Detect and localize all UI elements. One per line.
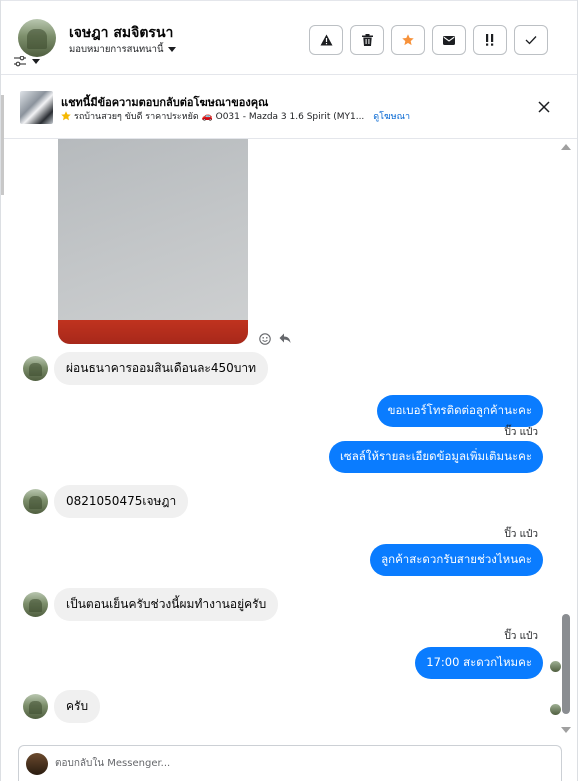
assign-conversation-dropdown[interactable]: มอบหมายการสนทนานี้ (69, 42, 176, 57)
message-thread[interactable]: ผ่อนธนาคารออมสินเดือนละ450บาท ขอเบอร์โทร… (1, 139, 563, 739)
message-bubble-outgoing[interactable]: 17:00 สะดวกไหมคะ (415, 647, 543, 679)
star-icon (61, 111, 71, 121)
mark-done-button[interactable] (514, 25, 548, 55)
message-bubble[interactable]: เป็นตอนเย็นครับช่วงนี้ผมทำงานอยู่ครับ (54, 588, 279, 621)
page-avatar (26, 753, 48, 775)
emoji-reaction-icon[interactable] (259, 333, 271, 345)
message-bubble-outgoing[interactable]: ลูกค้าสะดวกรับสายช่วงไหนคะ (370, 544, 543, 576)
follow-up-button[interactable] (473, 25, 507, 55)
ad-banner-subtitle: รถบ้านสวยๆ ขับดี ราคาประหยัด 🚗 O031 - Ma… (61, 109, 410, 123)
mark-unread-button[interactable] (432, 25, 466, 55)
contact-avatar (23, 489, 48, 514)
message-composer (18, 745, 562, 781)
conversation-panel: เจษฎา สมจิตรนา มอบหมายการสนทนานี้ แชทนี้… (0, 0, 578, 781)
message-bubble-outgoing[interactable]: ขอเบอร์โทรติดต่อลูกค้านะคะ (376, 395, 543, 427)
report-spam-button[interactable] (309, 25, 343, 55)
chevron-down-icon (32, 59, 40, 64)
view-ad-link[interactable]: ดูโฆษณา (373, 109, 410, 123)
image-attachment[interactable] (58, 139, 248, 344)
star-button[interactable] (391, 25, 425, 55)
contact-avatar (23, 356, 48, 381)
message-bubble-outgoing[interactable]: เซลล์ให้รายละเอียดข้อมูลเพิ่มเติมนะคะ (328, 441, 543, 473)
envelope-icon (443, 35, 455, 45)
warning-icon (320, 34, 332, 46)
scrollbar-thumb[interactable] (562, 614, 570, 714)
incoming-message: เป็นตอนเย็นครับช่วงนี้ผมทำงานอยู่ครับ (23, 588, 279, 621)
check-icon (525, 36, 537, 45)
ad-description: รถบ้านสวยๆ ขับดี ราคาประหยัด 🚗 O031 - Ma… (74, 112, 365, 122)
sender-label: ปิ๊ว แป๋ว (504, 529, 538, 540)
star-icon (402, 34, 414, 46)
left-scrollbar-thumb[interactable] (1, 95, 4, 195)
thread-scrollbar[interactable] (561, 140, 571, 735)
message-bubble[interactable]: 0821050475เจษฎา (54, 485, 189, 518)
conversation-actions (309, 25, 548, 55)
conversation-header: เจษฎา สมจิตรนา มอบหมายการสนทนานี้ (1, 0, 577, 75)
close-icon[interactable] (537, 100, 551, 114)
ad-thumbnail (20, 91, 53, 124)
incoming-message: ครับ (23, 690, 101, 723)
chevron-down-icon (167, 47, 176, 52)
scroll-down-arrow-icon[interactable] (561, 727, 571, 733)
read-receipt-avatar (550, 704, 561, 715)
ad-reply-banner: แชทนี้มีข้อความตอบกลับต่อโฆษณาของคุณ รถบ… (1, 75, 577, 139)
incoming-message: ผ่อนธนาคารออมสินเดือนละ450บาท (23, 352, 269, 385)
sliders-icon (14, 56, 26, 67)
reply-input[interactable] (55, 754, 475, 772)
filter-dropdown[interactable] (14, 56, 40, 67)
read-receipt-avatar (550, 661, 561, 672)
message-actions (259, 333, 291, 345)
exclamation-icon (486, 34, 494, 46)
assign-label: มอบหมายการสนทนานี้ (69, 44, 164, 55)
sender-label: ปิ๊ว แป๋ว (504, 427, 538, 438)
trash-icon (361, 34, 373, 46)
scroll-up-arrow-icon[interactable] (561, 144, 571, 150)
incoming-message: 0821050475เจษฎา (23, 485, 189, 518)
delete-button[interactable] (350, 25, 384, 55)
sender-label: ปิ๊ว แป๋ว (504, 631, 538, 642)
contact-avatar (23, 694, 48, 719)
contact-avatar[interactable] (18, 19, 56, 57)
contact-name[interactable]: เจษฎา สมจิตรนา (69, 22, 173, 44)
reply-icon[interactable] (279, 333, 291, 344)
message-bubble[interactable]: ผ่อนธนาคารออมสินเดือนละ450บาท (54, 352, 269, 385)
message-bubble[interactable]: ครับ (54, 690, 101, 723)
contact-avatar (23, 592, 48, 617)
